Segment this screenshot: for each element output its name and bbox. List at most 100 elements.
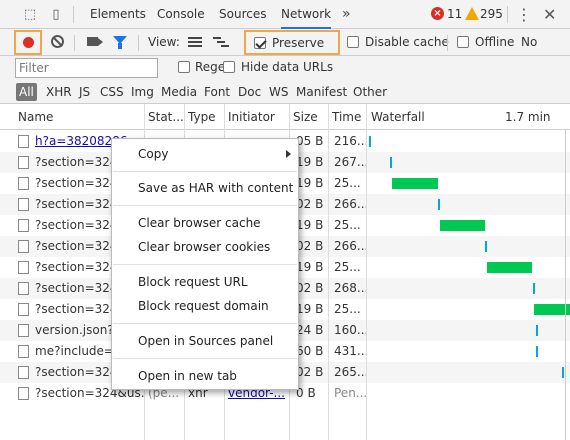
devtools-tab-bar: ⬚ ▯ Elements Console Sources Network » ×… xyxy=(0,0,570,29)
type-filter-doc[interactable]: Doc xyxy=(238,83,261,101)
type-filter-css[interactable]: CSS xyxy=(100,83,124,101)
column-time[interactable]: Time xyxy=(332,104,361,130)
type-filter-all[interactable]: All xyxy=(16,83,37,101)
type-filter-xhr[interactable]: XHR xyxy=(46,83,72,101)
capture-screenshots-icon[interactable] xyxy=(87,37,98,46)
menu-item-label: Clear browser cookies xyxy=(138,240,271,254)
menu-item-clear-browser-cache[interactable]: Clear browser cache xyxy=(112,212,298,234)
tab-separator xyxy=(73,6,74,23)
toolbar-separator xyxy=(447,35,448,51)
waterfall-tick xyxy=(485,241,488,252)
column-status[interactable]: Stat... xyxy=(148,104,184,130)
menu-item-block-request-domain[interactable]: Block request domain xyxy=(112,295,298,317)
submenu-arrow-icon xyxy=(286,150,291,158)
offline-checkbox[interactable] xyxy=(457,36,469,48)
network-toolbar: View: Preserve log Disable cache Offline… xyxy=(0,29,570,77)
view-label: View: xyxy=(148,35,180,49)
cell-time: 431... xyxy=(334,344,366,358)
preserve-log-toggle[interactable]: Preserve log xyxy=(244,30,340,77)
type-filter-media[interactable]: Media xyxy=(161,83,197,101)
cell-size: 05 B xyxy=(296,134,324,148)
kebab-icon[interactable]: ⋮ xyxy=(516,0,532,29)
column-initiator[interactable]: Initiator xyxy=(228,104,275,130)
filter-icon[interactable] xyxy=(113,36,127,49)
clear-icon[interactable] xyxy=(51,35,64,48)
column-type[interactable]: Type xyxy=(188,104,216,130)
record-icon xyxy=(23,37,34,48)
menu-item-label: Open in Sources panel xyxy=(138,334,274,348)
tab-network[interactable]: Network xyxy=(281,0,332,29)
tab-separator xyxy=(507,6,508,23)
device-toolbar-icon[interactable]: ▯ xyxy=(47,6,65,24)
overview-icon[interactable] xyxy=(213,37,229,48)
resource-type-filter: All XHR JS CSS Img Media Font Doc WS Man… xyxy=(0,80,570,104)
menu-separator xyxy=(113,264,297,265)
toolbar-separator xyxy=(138,35,139,51)
file-icon xyxy=(18,219,29,232)
file-icon xyxy=(18,135,29,148)
waterfall-tick xyxy=(369,136,372,147)
waterfall-tick xyxy=(532,283,535,294)
menu-item-clear-browser-cookies[interactable]: Clear browser cookies xyxy=(112,236,298,258)
type-filter-other[interactable]: Other xyxy=(353,83,387,101)
preserve-log-checkbox[interactable] xyxy=(254,37,266,49)
type-filter-font[interactable]: Font xyxy=(204,83,230,101)
type-filter-js[interactable]: JS xyxy=(79,83,90,101)
type-filter-img[interactable]: Img xyxy=(131,83,154,101)
close-icon[interactable]: ✕ xyxy=(543,0,556,29)
waterfall-tick xyxy=(562,367,565,378)
warning-icon[interactable] xyxy=(465,7,479,20)
type-filter-manifest[interactable]: Manifest xyxy=(296,83,347,101)
cell-size: 19 B xyxy=(296,176,324,190)
menu-separator xyxy=(113,205,297,206)
warning-count[interactable]: 295 xyxy=(480,0,503,29)
cell-size: 02 B xyxy=(296,281,324,295)
tab-elements[interactable]: Elements xyxy=(90,0,146,29)
cell-time: 267... xyxy=(334,155,366,169)
column-waterfall[interactable]: Waterfall xyxy=(371,104,425,130)
more-tabs-icon[interactable]: » xyxy=(342,0,351,28)
cell-time: 25... xyxy=(334,260,361,274)
waterfall-bar xyxy=(486,262,532,273)
hide-data-urls-checkbox[interactable] xyxy=(223,61,235,73)
error-icon[interactable]: × xyxy=(431,7,444,20)
file-icon xyxy=(18,324,29,337)
file-icon xyxy=(18,345,29,358)
cell-time: 25... xyxy=(334,218,361,232)
column-name[interactable]: Name xyxy=(18,104,53,130)
cell-size: 19 B xyxy=(296,260,324,274)
cell-size: 19 B xyxy=(296,218,324,232)
cell-size: 02 B xyxy=(296,365,324,379)
waterfall-bar xyxy=(439,220,485,231)
filter-input[interactable] xyxy=(15,58,158,78)
menu-separator xyxy=(113,323,297,324)
file-icon xyxy=(18,261,29,274)
request-table-header: Name Stat... Type Initiator Size Time Wa… xyxy=(0,104,570,130)
menu-item-open-in-new-tab[interactable]: Open in new tab xyxy=(112,365,298,387)
cell-time: 266... xyxy=(334,239,366,253)
record-button[interactable] xyxy=(14,30,42,55)
tab-sources[interactable]: Sources xyxy=(219,0,266,29)
menu-item-copy[interactable]: Copy xyxy=(112,143,298,165)
menu-item-block-request-url[interactable]: Block request URL xyxy=(112,271,298,293)
column-size[interactable]: Size xyxy=(293,104,318,130)
disable-cache-checkbox[interactable] xyxy=(347,36,359,48)
regex-checkbox[interactable] xyxy=(178,61,190,73)
cell-size: 24 B xyxy=(296,323,324,337)
hide-data-urls-label: Hide data URLs xyxy=(241,60,334,74)
type-filter-ws[interactable]: WS xyxy=(269,83,288,101)
filter-bar: Regex Hide data URLs xyxy=(0,56,570,80)
file-icon xyxy=(18,177,29,190)
inspect-icon[interactable]: ⬚ xyxy=(21,6,39,24)
cell-time: 268... xyxy=(334,281,366,295)
tab-console[interactable]: Console xyxy=(157,0,205,29)
menu-item-save-as-har[interactable]: Save as HAR with content xyxy=(112,177,298,199)
menu-item-open-in-sources[interactable]: Open in Sources panel xyxy=(112,330,298,352)
column-divider xyxy=(366,104,367,440)
waterfall-tick xyxy=(389,157,392,168)
large-rows-icon[interactable] xyxy=(188,37,202,47)
waterfall-tick xyxy=(438,199,441,210)
error-count[interactable]: 11 xyxy=(447,0,462,29)
cell-size: 02 B xyxy=(296,197,324,211)
cell-time: 216... xyxy=(334,134,366,148)
